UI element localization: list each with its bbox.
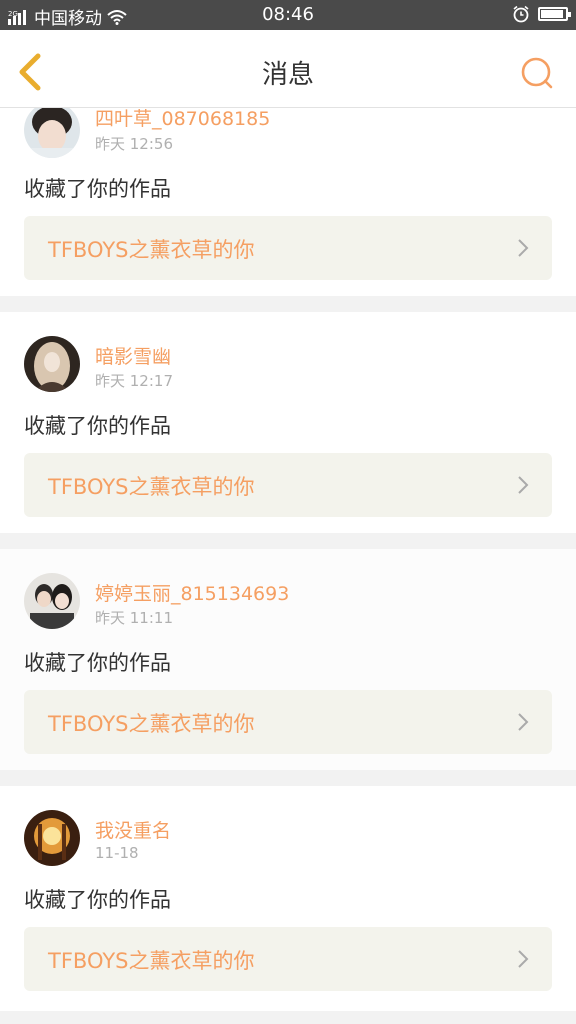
work-title: TFBOYS之薰衣草的你 [48,475,255,499]
work-link[interactable]: TFBOYS之薰衣草的你 [24,216,552,280]
avatar[interactable] [24,108,80,158]
work-title: TFBOYS之薰衣草的你 [48,238,255,262]
status-bar: 2G 中国移动 08:46 [0,0,576,30]
message-card: 我没重名 11-18 收藏了你的作品 TFBOYS之薰衣草的你 [0,786,576,1011]
navigation-bar: 消息 [0,30,576,108]
divider [0,533,576,549]
alarm-icon [513,5,529,23]
action-text: 收藏了你的作品 [24,177,171,201]
divider [0,770,576,786]
search-icon[interactable] [518,54,558,94]
work-link[interactable]: TFBOYS之薰衣草的你 [24,453,552,517]
timestamp: 昨天 11:11 [95,609,173,627]
status-right [512,5,571,23]
avatar[interactable] [24,336,80,392]
username[interactable]: 婷婷玉丽_815134693 [95,579,289,606]
action-text: 收藏了你的作品 [24,651,171,675]
username[interactable]: 四叶草_087068185 [95,108,270,131]
action-text: 收藏了你的作品 [24,414,171,438]
message-card: 暗影雪幽 昨天 12:17 收藏了你的作品 TFBOYS之薰衣草的你 [0,312,576,533]
divider [0,1011,576,1024]
avatar-image [24,810,80,866]
status-time: 08:46 [262,4,314,25]
work-link[interactable]: TFBOYS之薰衣草的你 [24,927,552,991]
avatar-image [24,108,80,158]
chevron-right-icon [518,713,529,731]
message-list[interactable]: 四叶草_087068185 昨天 12:56 收藏了你的作品 TFBOYS之薰衣… [0,108,576,1024]
timestamp: 昨天 12:17 [95,372,173,390]
message-card: 四叶草_087068185 昨天 12:56 收藏了你的作品 TFBOYS之薰衣… [0,108,576,296]
page-title: 消息 [261,60,314,90]
chevron-right-icon [518,476,529,494]
battery-icon [538,7,571,21]
avatar-image [24,336,80,392]
work-link[interactable]: TFBOYS之薰衣草的你 [24,690,552,754]
action-text: 收藏了你的作品 [24,888,171,912]
timestamp: 11-18 [95,844,139,862]
divider [0,296,576,312]
timestamp: 昨天 12:56 [95,135,173,153]
work-title: TFBOYS之薰衣草的你 [48,949,255,973]
avatar-image [24,573,80,629]
avatar[interactable] [24,810,80,866]
work-title: TFBOYS之薰衣草的你 [48,712,255,736]
message-card: 婷婷玉丽_815134693 昨天 11:11 收藏了你的作品 TFBOYS之薰… [0,549,576,770]
avatar[interactable] [24,573,80,629]
chevron-right-icon [518,239,529,257]
username[interactable]: 暗影雪幽 [95,342,171,369]
chevron-right-icon [518,950,529,968]
username[interactable]: 我没重名 [95,816,171,843]
